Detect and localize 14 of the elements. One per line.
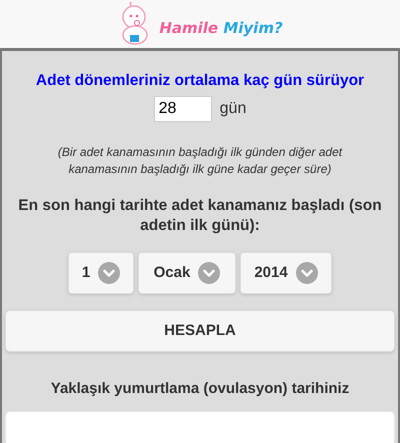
chevron-down-icon <box>198 262 220 284</box>
cycle-length-field[interactable]: 28 <box>154 96 212 122</box>
note-text: (Bir adet kanamasının başladığı ilk günden diğer adet kanamasının başladığı ilk güne kadar geçer süre) <box>56 144 344 178</box>
calculate-button[interactable]: HESAPLA <box>5 310 395 352</box>
date-select[interactable]: 1 <box>68 252 134 294</box>
date-select[interactable]: Ocak <box>138 252 236 294</box>
unit-label: gün <box>220 99 246 120</box>
chevron-down-icon <box>296 262 318 284</box>
question-text: Adet dönemleriniz ortalama kaç gün sürüyor <box>34 71 366 91</box>
question-text: En son hangi tarihte adet kanamanız başladı (son adetin ilk günü): <box>17 196 383 236</box>
result-label: Yaklaşık yumurtlama (ovulasyon) tarihiniz <box>50 379 350 400</box>
date-select[interactable]: 2014 <box>240 252 332 294</box>
logo-text: Hamile Miyim? <box>159 18 283 39</box>
chevron-down-icon <box>98 262 120 284</box>
